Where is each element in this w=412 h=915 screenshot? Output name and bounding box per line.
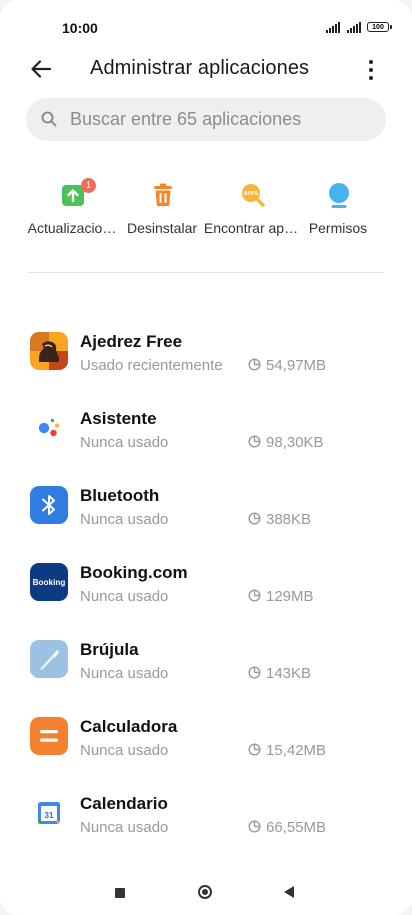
app-row-booking[interactable]: Booking Booking.com Nunca usado 129MB (0, 553, 412, 617)
app-row-asistente[interactable]: Asistente Nunca usado 98,30KB (0, 399, 412, 463)
home-icon[interactable] (198, 885, 212, 899)
search-bar[interactable] (26, 98, 386, 141)
search-icon (41, 111, 57, 127)
permissions-icon (329, 183, 349, 208)
storage-icon (248, 435, 261, 448)
app-row-calculadora[interactable]: Calculadora Nunca usado 15,42MB (0, 707, 412, 771)
trash-icon (154, 183, 172, 206)
app-size: 143KB (266, 665, 312, 682)
action-find-apps-label: Encontrar ap… (203, 220, 299, 236)
action-updates-label: Actualizacio… (27, 220, 117, 236)
app-name: Calculadora (80, 717, 178, 736)
more-options-icon[interactable] (362, 58, 380, 82)
app-name: Brújula (80, 640, 139, 659)
update-count-badge: 1 (81, 178, 96, 193)
search-input[interactable] (70, 98, 370, 141)
app-usage: Nunca usado (80, 665, 169, 682)
bluetooth-app-icon (30, 486, 68, 524)
quick-actions: 1 Actualizacio… Desinstalar APPS Encontr… (0, 178, 412, 248)
app-usage: Nunca usado (80, 819, 169, 836)
svg-text:Booking: Booking (33, 578, 66, 587)
action-permissions-label: Permisos (308, 220, 368, 236)
back-icon[interactable] (284, 886, 294, 898)
storage-icon (248, 589, 261, 602)
app-size: 15,42MB (266, 742, 327, 759)
status-bar: 10:00 100 (0, 0, 412, 54)
action-find-apps[interactable]: APPS Encontrar ap… (201, 178, 301, 244)
app-name: Ajedrez Free (80, 332, 183, 351)
app-name: Asistente (80, 409, 157, 428)
booking-app-icon: Booking (30, 563, 68, 601)
storage-icon (248, 512, 261, 525)
storage-icon (248, 358, 261, 371)
app-name: Bluetooth (80, 486, 160, 505)
svg-text:APPS: APPS (244, 191, 259, 197)
app-name: Booking.com (80, 563, 188, 582)
signal-icon (326, 22, 340, 33)
battery-icon: 100 (367, 22, 392, 32)
storage-icon (248, 666, 261, 679)
app-size: 98,30KB (266, 434, 324, 451)
app-usage: Nunca usado (80, 742, 169, 759)
screen: 10:00 100 Administrar aplicaciones Busca… (0, 0, 412, 915)
chess-app-icon (30, 332, 68, 370)
app-row-ajedrez[interactable]: Ajedrez Free Usado recientemente 54,97MB (0, 322, 412, 386)
app-usage: Nunca usado (80, 588, 169, 605)
app-size: 388KB (266, 511, 312, 528)
storage-icon (248, 743, 261, 756)
app-name: Calendario (80, 794, 168, 813)
status-time: 10:00 (62, 20, 98, 36)
action-uninstall-label: Desinstalar (126, 220, 198, 236)
app-usage: Usado recientemente (80, 357, 223, 374)
divider (28, 272, 384, 273)
svg-text:31: 31 (45, 811, 54, 820)
app-row-bluetooth[interactable]: Bluetooth Nunca usado 388KB (0, 476, 412, 540)
action-updates[interactable]: 1 Actualizacio… (22, 178, 122, 244)
compass-app-icon (30, 640, 68, 678)
action-uninstall[interactable]: Desinstalar (112, 178, 212, 244)
assistant-app-icon (30, 409, 68, 447)
app-size: 129MB (266, 588, 314, 605)
app-usage: Nunca usado (80, 511, 169, 528)
find-apps-icon: APPS (242, 184, 265, 207)
app-bar: Administrar aplicaciones (0, 50, 412, 90)
calendar-app-icon: 31 (30, 794, 68, 832)
app-row-brujula[interactable]: Brújula Nunca usado 143KB (0, 630, 412, 694)
calculator-app-icon (30, 717, 68, 755)
page-title: Administrar aplicaciones (90, 57, 310, 79)
recents-icon[interactable] (115, 888, 125, 898)
app-size: 66,55MB (266, 819, 327, 836)
signal-icon (347, 22, 361, 33)
action-permissions[interactable]: Permisos (288, 178, 388, 244)
app-usage: Nunca usado (80, 434, 169, 451)
navigation-bar (0, 870, 412, 915)
app-row-calendario[interactable]: 31 Calendario Nunca usado 66,55MB (0, 784, 412, 848)
storage-icon (248, 820, 261, 833)
back-arrow-icon[interactable] (28, 56, 54, 82)
app-size: 54,97MB (266, 357, 327, 374)
